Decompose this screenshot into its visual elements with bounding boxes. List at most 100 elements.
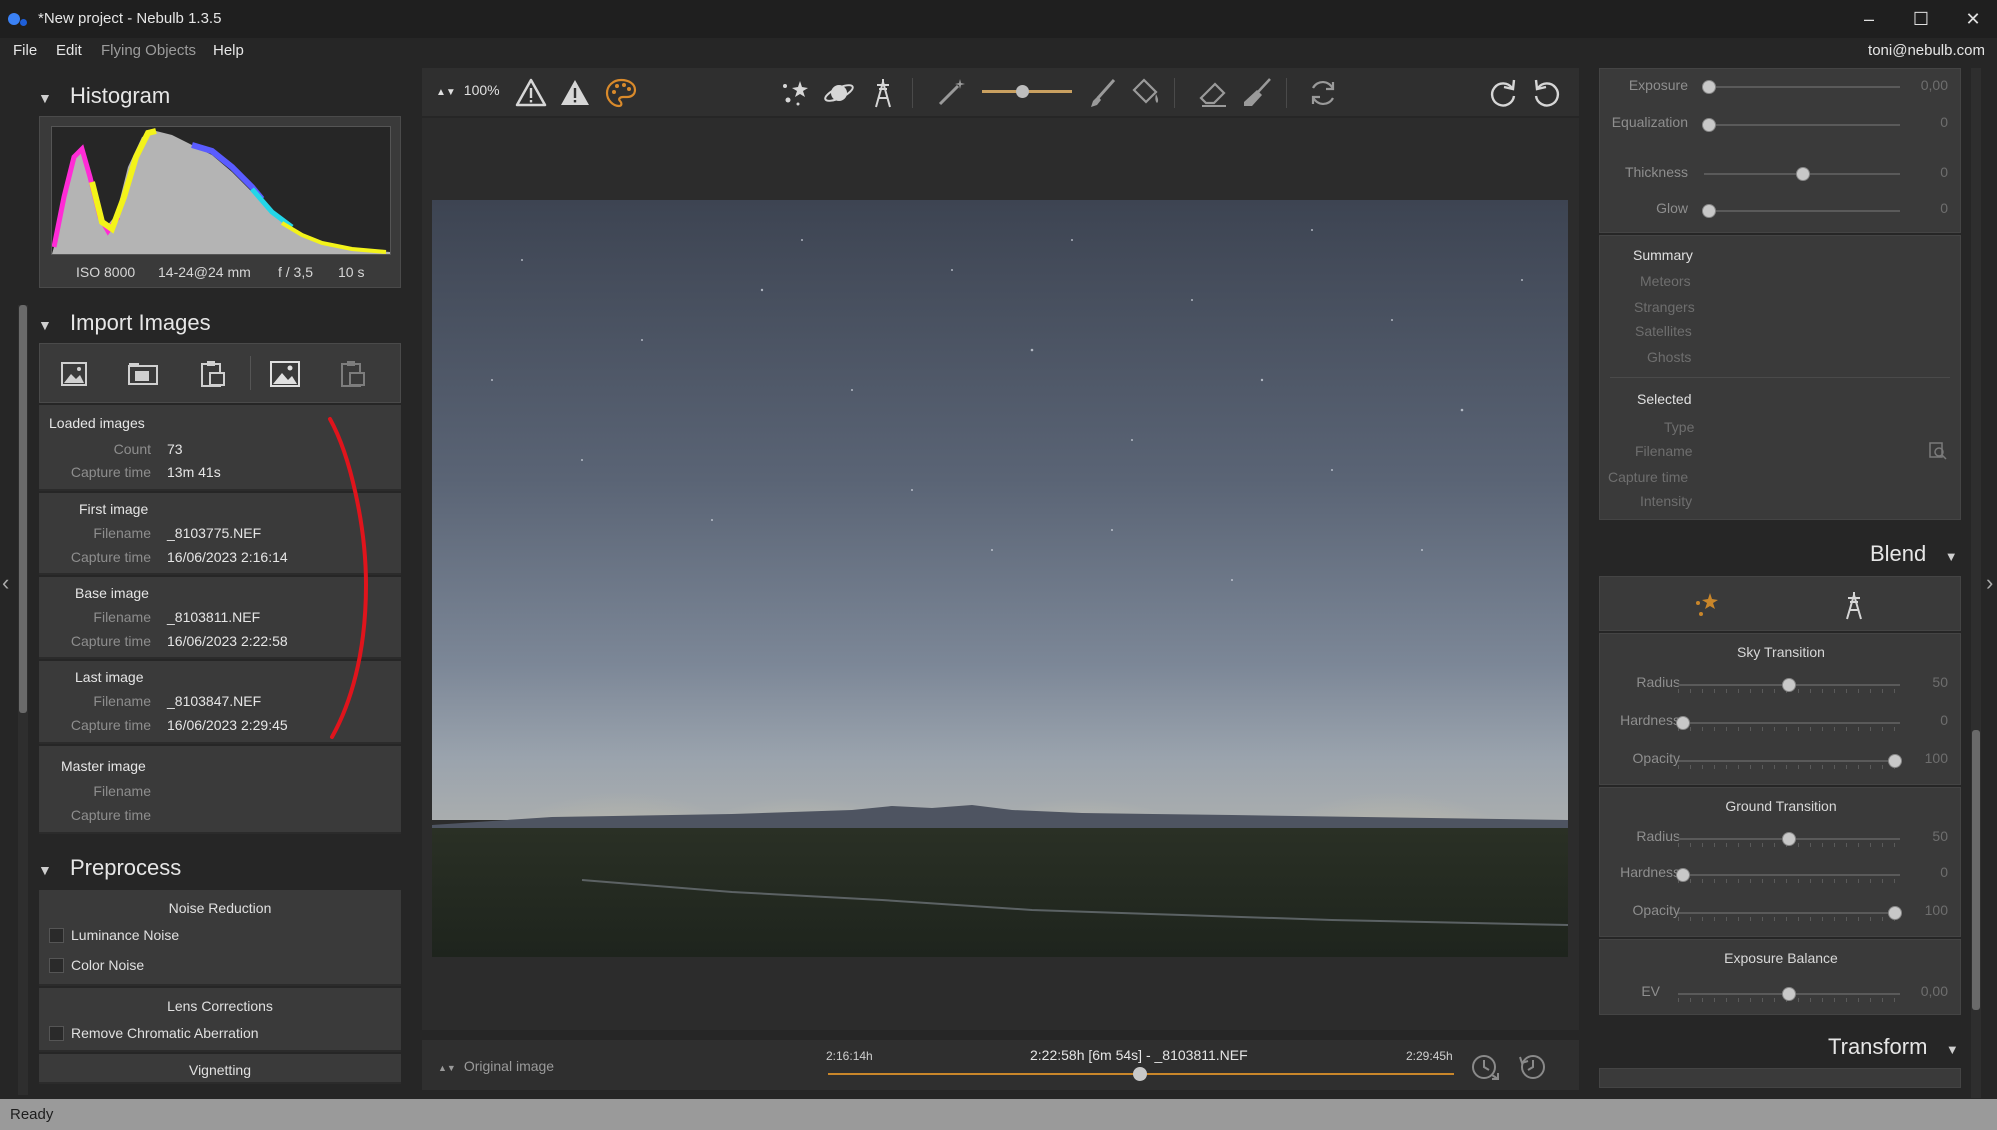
minimize-button[interactable]: –	[1846, 0, 1892, 38]
zoom-stepper-icon: ▲▼	[436, 87, 456, 98]
timeline-start: 2:16:14h	[826, 1049, 873, 1063]
import-images-header[interactable]: ▼ Import Images	[38, 310, 211, 344]
selected-intensity: Intensity	[1640, 493, 1693, 509]
equalization-label: Equalization	[1611, 114, 1688, 130]
eraser-icon[interactable]	[1196, 76, 1230, 110]
warning-filled-icon[interactable]	[558, 76, 592, 110]
sky-radius-knob[interactable]	[1782, 678, 1796, 692]
maximize-button[interactable]: ☐	[1898, 0, 1944, 38]
ev-slider[interactable]	[1678, 987, 1900, 1002]
view-mode-selector[interactable]: ▲▼ Original image	[438, 1058, 554, 1074]
exposure-slider[interactable]	[1702, 80, 1900, 94]
collapse-right-panel-icon[interactable]: ›	[1986, 570, 1993, 596]
stars-icon[interactable]	[778, 76, 812, 110]
timeline-bar	[422, 1040, 1579, 1090]
count-value: 73	[167, 441, 183, 457]
paste-images-icon[interactable]	[196, 358, 230, 390]
ground-opacity-slider[interactable]	[1678, 906, 1902, 921]
transform-header[interactable]: Transform ▼	[1828, 1034, 1959, 1060]
ground-opacity-knob[interactable]	[1888, 906, 1902, 920]
thickness-knob[interactable]	[1796, 167, 1810, 181]
add-images-icon[interactable]	[58, 358, 92, 390]
zoom-control[interactable]: ▲▼ 100%	[436, 82, 500, 98]
menu-flying-objects[interactable]: Flying Objects	[101, 42, 196, 59]
undo-icon[interactable]	[1530, 76, 1564, 110]
magic-wand-icon[interactable]	[934, 76, 968, 110]
toolbar-separator	[912, 78, 913, 108]
chromatic-aberration-checkbox[interactable]	[49, 1026, 64, 1041]
sky-radius-slider[interactable]	[1678, 678, 1900, 693]
exposure-knob[interactable]	[1702, 80, 1716, 94]
clock-forward-icon[interactable]	[1470, 1051, 1502, 1083]
preprocess-header[interactable]: ▼ Preprocess	[38, 855, 181, 889]
brush-icon[interactable]	[1086, 76, 1120, 110]
glow-knob[interactable]	[1702, 204, 1716, 218]
brush-size-knob[interactable]	[1016, 85, 1029, 98]
locate-icon[interactable]	[1928, 441, 1948, 461]
thickness-label: Thickness	[1624, 164, 1688, 180]
glow-slider[interactable]	[1702, 204, 1900, 218]
histogram-exposure: 10 s	[338, 264, 365, 280]
base-filename-value: _8103811.NEF	[167, 609, 261, 625]
collapse-left-panel-icon[interactable]: ‹	[2, 570, 9, 596]
image-icon[interactable]	[268, 358, 302, 390]
close-button[interactable]: ✕	[1950, 0, 1996, 38]
sky-hardness-knob[interactable]	[1676, 716, 1690, 730]
histogram-header[interactable]: ▼ Histogram	[38, 83, 170, 117]
ground-hardness-slider[interactable]	[1676, 868, 1900, 883]
blend-header[interactable]: Blend ▼	[1870, 541, 1958, 567]
main-toolbar	[422, 68, 1579, 116]
broom-icon[interactable]	[1240, 76, 1274, 110]
loaded-images-title: Loaded images	[49, 415, 145, 431]
palette-icon[interactable]	[604, 76, 638, 110]
summary-strangers: Strangers	[1634, 299, 1695, 315]
divider	[1610, 377, 1950, 378]
menu-help[interactable]: Help	[213, 42, 244, 59]
stars-adjust-group: Exposure 0,00 Equalization 0 Thickness 0…	[1599, 68, 1961, 233]
sky-hardness-slider[interactable]	[1676, 716, 1900, 731]
summary-meteors: Meteors	[1640, 273, 1691, 289]
ev-knob[interactable]	[1782, 987, 1796, 1001]
right-scrollbar-thumb[interactable]	[1972, 730, 1980, 1010]
ground-hardness-knob[interactable]	[1676, 868, 1690, 882]
clock-history-icon[interactable]	[1516, 1051, 1548, 1083]
summary-ghosts: Ghosts	[1647, 349, 1692, 365]
planet-icon[interactable]	[822, 76, 856, 110]
color-noise-checkbox[interactable]	[49, 958, 64, 973]
warning-outline-icon[interactable]	[514, 76, 548, 110]
tower-icon[interactable]	[866, 76, 900, 110]
sky-opacity-knob[interactable]	[1888, 754, 1902, 768]
preview-image[interactable]	[432, 200, 1568, 957]
menu-edit[interactable]: Edit	[56, 42, 82, 59]
fill-bucket-icon[interactable]	[1128, 76, 1162, 110]
luminance-noise-checkbox[interactable]	[49, 928, 64, 943]
selected-filename: Filename	[1635, 443, 1693, 459]
brush-size-slider[interactable]	[982, 85, 1072, 98]
add-folder-icon[interactable]	[126, 358, 160, 390]
sky-opacity-value: 100	[1924, 750, 1948, 766]
first-capture-value: 16/06/2023 2:16:14	[167, 549, 288, 565]
last-image-title: Last image	[75, 669, 144, 685]
redo-icon[interactable]	[1486, 76, 1520, 110]
timeline-knob[interactable]	[1133, 1067, 1147, 1081]
exposure-balance-group: Exposure Balance EV 0,00	[1599, 939, 1961, 1015]
thickness-slider[interactable]	[1704, 167, 1900, 181]
collapse-triangle-icon: ▼	[38, 862, 52, 878]
equalization-slider[interactable]	[1702, 118, 1900, 132]
capture-time-value: 13m 41s	[167, 464, 221, 480]
histogram-lens: 14-24@24 mm	[158, 264, 251, 280]
equalization-knob[interactable]	[1702, 118, 1716, 132]
histogram-aperture: f / 3,5	[278, 264, 314, 280]
clear-images-icon[interactable]	[336, 358, 370, 390]
left-scrollbar-thumb[interactable]	[19, 305, 27, 713]
user-account[interactable]: toni@nebulb.com	[1868, 42, 1985, 59]
ground-radius-knob[interactable]	[1782, 832, 1796, 846]
refresh-icon[interactable]	[1306, 76, 1340, 110]
blend-ground-icon[interactable]	[1838, 589, 1870, 621]
sky-transition-title: Sky Transition	[1737, 644, 1825, 660]
sky-opacity-slider[interactable]	[1678, 754, 1902, 769]
blend-stars-icon[interactable]	[1690, 589, 1722, 621]
ground-opacity-value: 100	[1924, 902, 1948, 918]
ground-radius-slider[interactable]	[1678, 832, 1900, 847]
menu-file[interactable]: File	[13, 42, 37, 59]
